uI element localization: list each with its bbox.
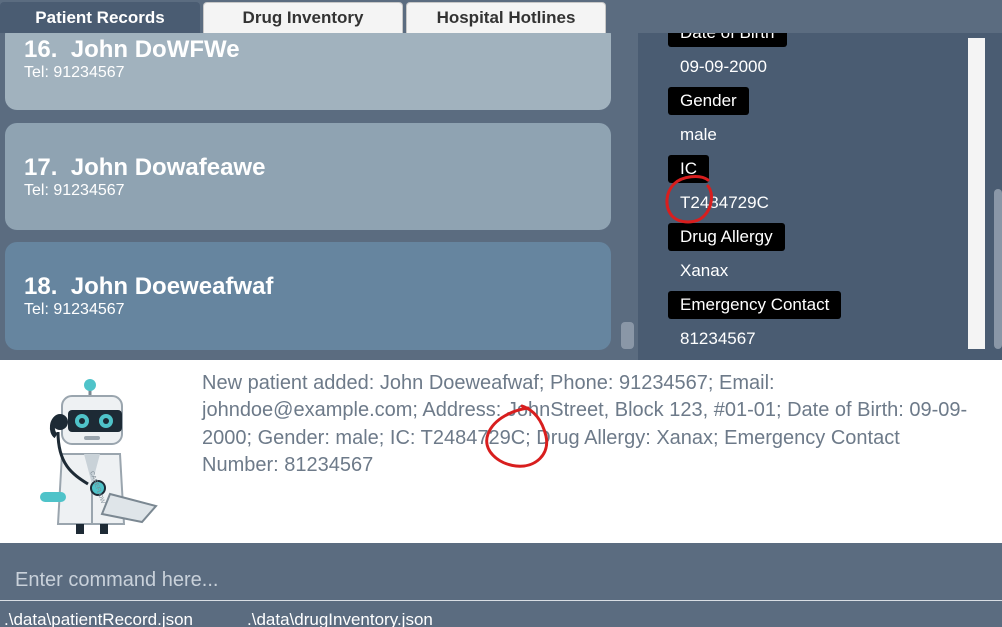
patient-name: 18. John Doeweafwaf	[24, 273, 274, 300]
field-value-gender: male	[680, 125, 717, 144]
field-label-gender: Gender	[668, 87, 749, 115]
tab-bar: Patient Records Drug Inventory Hospital …	[0, 0, 1002, 33]
status-bar: .\data\patientRecord.json .\data\drugInv…	[0, 600, 1002, 627]
field-label-drug-allergy: Drug Allergy	[668, 223, 785, 251]
field-value-emergency-contact: 81234567	[680, 329, 756, 348]
patient-detail-panel: Date of Birth 09-09-2000 Gender male IC …	[638, 33, 1002, 360]
command-box	[0, 543, 1002, 600]
patient-name: 16. John DoWFWe	[24, 36, 240, 63]
patient-card[interactable]: 16. John DoWFWe Tel: 91234567	[5, 33, 611, 110]
detail-scrollbar[interactable]	[994, 189, 1002, 349]
drug-inventory-path: .\data\drugInventory.json	[247, 610, 433, 627]
field-label-emergency-contact: Emergency Contact	[668, 291, 842, 319]
field-label-dob: Date of Birth	[668, 33, 787, 47]
tab-patient-records[interactable]: Patient Records	[0, 2, 200, 33]
tab-hospital-hotlines[interactable]: Hospital Hotlines	[406, 2, 606, 33]
field-value-drug-allergy: Xanax	[680, 261, 729, 280]
patient-list[interactable]: 16. John DoWFWe Tel: 91234567 17. John D…	[0, 33, 636, 360]
command-input[interactable]	[0, 561, 1002, 599]
list-scrollbar[interactable]	[621, 322, 634, 349]
patient-record-path: .\data\patientRecord.json	[4, 610, 194, 627]
patient-card-selected[interactable]: 18. John Doeweafwaf Tel: 91234567	[5, 242, 611, 350]
patient-tel: Tel: 91234567	[24, 182, 125, 199]
field-value-ic: T2484729C	[680, 193, 769, 212]
careflow-robot-icon: CAREFLOW	[40, 379, 158, 534]
patient-tel: Tel: 91234567	[24, 301, 125, 318]
field-label-ic: IC	[668, 155, 709, 183]
patient-tel: Tel: 91234567	[24, 64, 125, 81]
patient-card[interactable]: 17. John Dowafeawe Tel: 91234567	[5, 123, 611, 230]
result-message: New patient added: John Doeweafwaf; Phon…	[202, 372, 968, 476]
tab-drug-inventory[interactable]: Drug Inventory	[203, 2, 403, 33]
patient-name: 17. John Dowafeawe	[24, 154, 266, 181]
result-display: CAREFLOW New patient added: John Doeweaf…	[0, 360, 1002, 543]
detail-scrollbar-track[interactable]	[968, 38, 985, 349]
field-value-dob: 09-09-2000	[680, 57, 767, 76]
